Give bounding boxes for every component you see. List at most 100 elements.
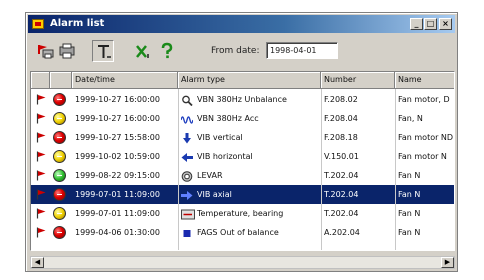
horizontal-scrollbar[interactable]: ◀ ▶	[30, 256, 455, 269]
print-button[interactable]	[34, 40, 56, 62]
title-bar[interactable]: Alarm list _ □ ×	[28, 15, 455, 33]
cell-datetime: 1999-10-02 10:59:00	[75, 152, 160, 161]
alarm-type-label: Temperature, bearing	[197, 209, 284, 218]
cell-name: Fan motor, D	[398, 95, 450, 104]
from-date-label: From date:	[211, 46, 260, 56]
cell-datetime: 1999-10-27 16:00:00	[75, 114, 160, 123]
gauge-icon	[181, 170, 193, 182]
table-row[interactable]: 1999-07-01 11:09:00 Temperature, bearing T…	[31, 204, 454, 223]
cell-alarm-type: VIB axial	[178, 185, 321, 204]
toolbar: From date: 1998-04-01	[28, 37, 455, 67]
cell-name: Fan motor N	[398, 152, 447, 161]
flag-icon	[36, 208, 46, 219]
waveform-icon	[180, 113, 194, 124]
column-header-alarm-type[interactable]: Alarm type	[178, 72, 321, 89]
alarm-type-label: VIB horizontal	[197, 152, 253, 161]
cell-datetime: 1999-10-27 16:00:00	[75, 95, 160, 104]
text-tool-button[interactable]	[92, 40, 114, 62]
arrow-left-icon	[181, 151, 193, 162]
arrow-right-icon	[181, 189, 193, 200]
cell-datetime: 1999-07-01 11:09:00	[75, 209, 160, 218]
flag-icon	[36, 170, 46, 181]
column-header-number[interactable]: Number	[321, 72, 395, 89]
status-yellow-icon	[53, 150, 66, 163]
column-header-status[interactable]	[50, 72, 72, 89]
column-divider	[395, 89, 396, 250]
column-header-flag[interactable]	[31, 72, 50, 89]
cell-alarm-type: Temperature, bearing	[178, 204, 321, 223]
alarm-type-label: VBN 380Hz Acc	[197, 114, 259, 123]
cell-datetime: 1999-10-27 15:58:00	[75, 133, 160, 142]
cell-number: A.202.04	[324, 228, 360, 237]
cell-datetime: 1999-08-22 09:15:00	[75, 171, 160, 180]
flag-icon	[36, 132, 46, 143]
cell-name: Fan N	[398, 228, 421, 237]
alarm-type-label: FAGS Out of balance	[197, 228, 279, 237]
cell-number: F.208.04	[324, 114, 358, 123]
help-icon	[161, 42, 173, 59]
cell-number: V.150.01	[324, 152, 359, 161]
cell-name: Fan N	[398, 190, 421, 199]
scroll-right-icon[interactable]: ▶	[441, 257, 454, 268]
text-tool-icon	[98, 45, 111, 58]
close-button[interactable]: ×	[439, 18, 452, 30]
cell-name: Fan N	[398, 171, 421, 180]
alarm-list-window: Alarm list _ □ × From date: 1998-04-01 D…	[25, 12, 458, 272]
alarm-type-label: LEVAR	[197, 171, 223, 180]
flag-icon	[36, 151, 46, 162]
column-header-name[interactable]: Name	[395, 72, 454, 89]
cell-number: T.202.04	[324, 171, 359, 180]
alarm-type-label: VIB vertical	[197, 133, 243, 142]
table-row[interactable]: 1999-10-02 10:59:00 VIB horizontal V.150.0…	[31, 147, 454, 166]
preview-button[interactable]	[56, 40, 78, 62]
table-row[interactable]: 1999-10-27 16:00:00 VBN 380Hz Acc F.208.04…	[31, 109, 454, 128]
status-yellow-icon	[53, 207, 66, 220]
column-header-datetime[interactable]: Date/time	[72, 72, 178, 89]
cell-datetime: 1999-07-01 11:09:00	[75, 190, 160, 199]
scroll-left-icon[interactable]: ◀	[31, 257, 44, 268]
maximize-button[interactable]: □	[424, 18, 437, 30]
alarm-type-label: VBN 380Hz Unbalance	[197, 95, 287, 104]
thermometer-icon	[181, 208, 195, 220]
cell-alarm-type: VBN 380Hz Acc	[178, 109, 321, 128]
acknowledge-button[interactable]	[132, 40, 154, 62]
column-divider	[178, 89, 179, 250]
cell-alarm-type: FAGS Out of balance	[178, 223, 321, 242]
cell-name: Fan N	[398, 209, 421, 218]
cell-alarm-type: VIB vertical	[178, 128, 321, 147]
flag-icon	[36, 227, 46, 238]
magnifier-icon	[181, 94, 193, 107]
flag-icon	[36, 94, 46, 105]
minimize-button[interactable]: _	[410, 18, 423, 30]
acknowledge-icon	[136, 45, 149, 58]
column-divider	[321, 89, 322, 250]
arrow-down-icon	[181, 132, 193, 144]
table-row[interactable]: 1999-10-27 16:00:00 VBN 380Hz Unbalance F.…	[31, 90, 454, 109]
cell-alarm-type: VBN 380Hz Unbalance	[178, 90, 321, 109]
status-red-icon	[53, 93, 66, 106]
cell-number: F.208.18	[324, 133, 358, 142]
status-red-icon	[53, 188, 66, 201]
flag-icon	[36, 189, 46, 200]
table-row[interactable]: 1999-07-01 11:09:00 VIB axial T.202.04 Fan …	[31, 185, 454, 204]
status-green-icon	[53, 169, 66, 182]
print-icon	[38, 45, 54, 59]
cell-alarm-type: LEVAR	[178, 166, 321, 185]
alarm-grid[interactable]: Date/time Alarm type Number Name 1999-10…	[30, 71, 455, 251]
cell-number: T.202.04	[324, 209, 359, 218]
flag-icon	[36, 113, 46, 124]
cell-alarm-type: VIB horizontal	[178, 147, 321, 166]
table-row[interactable]: 1999-04-06 01:30:00 FAGS Out of balance A.…	[31, 223, 454, 242]
cell-name: Fan motor ND	[398, 133, 454, 142]
table-row[interactable]: 1999-10-27 15:58:00 VIB vertical F.208.18 F…	[31, 128, 454, 147]
window-title: Alarm list	[50, 18, 105, 29]
help-button[interactable]	[156, 40, 178, 62]
app-icon	[32, 19, 44, 29]
status-yellow-icon	[53, 112, 66, 125]
status-red-icon	[53, 226, 66, 239]
from-date-field[interactable]: 1998-04-01	[266, 42, 338, 59]
table-row[interactable]: 1999-08-22 09:15:00 LEVAR T.202.04 Fan N	[31, 166, 454, 185]
preview-icon	[59, 43, 75, 59]
cell-name: Fan, N	[398, 114, 423, 123]
cell-number: T.202.04	[324, 190, 359, 199]
